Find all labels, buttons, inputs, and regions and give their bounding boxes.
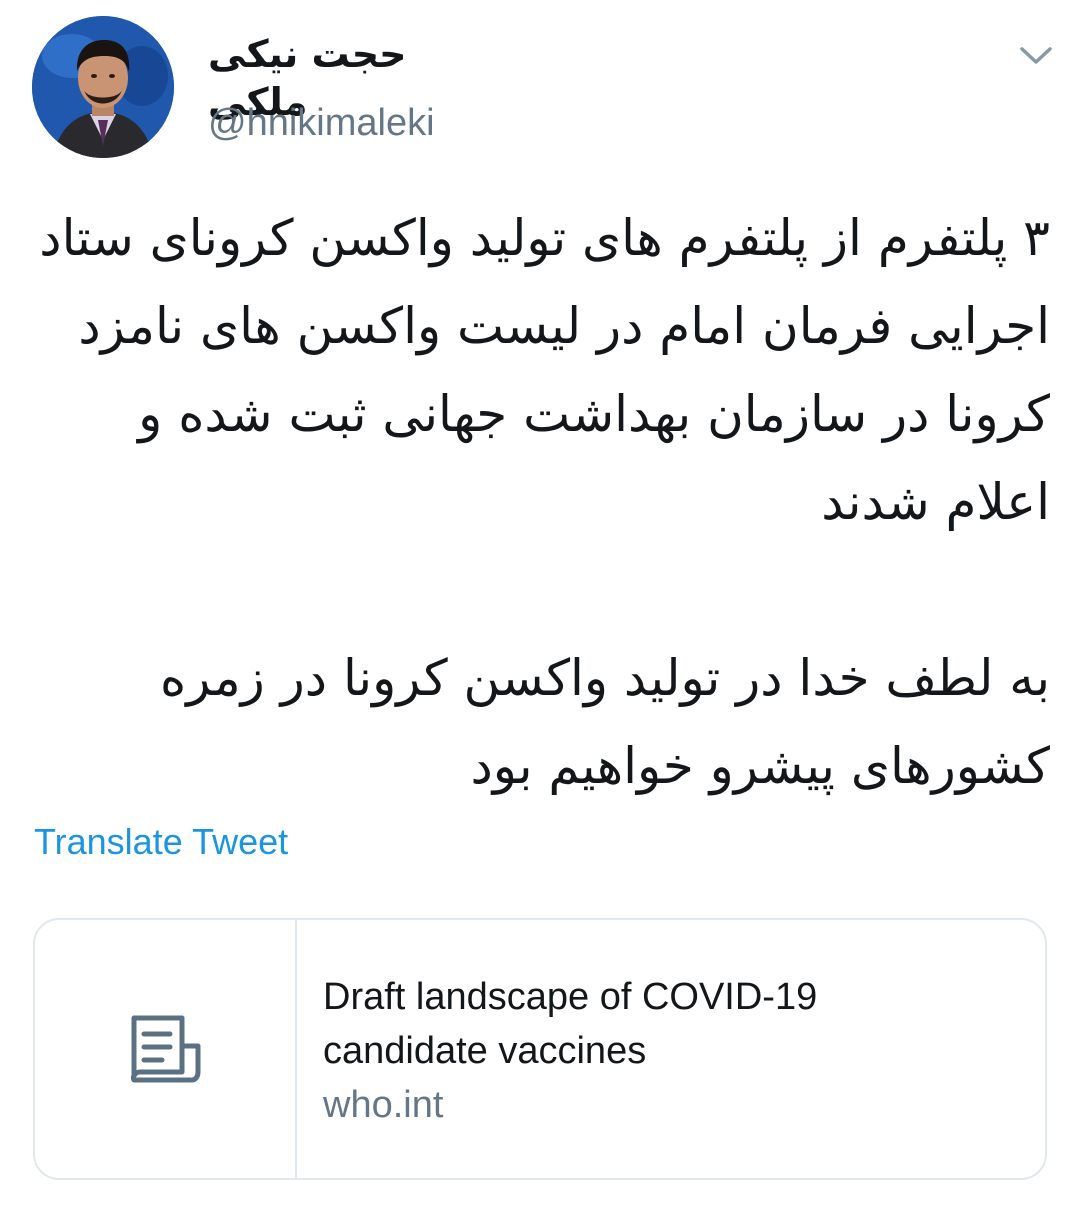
link-card-body: Draft landscape of COVID-19 candidate va…: [323, 970, 1025, 1132]
tweet-paragraph: ۳ پلتفرم از پلتفرم های تولید واکسن کرونا…: [39, 209, 1050, 531]
translate-tweet-link[interactable]: Translate Tweet: [34, 820, 288, 864]
document-icon: [131, 1015, 201, 1083]
link-card-title: candidate vaccines: [323, 1030, 647, 1072]
tweet-text: ۳ پلتفرم از پلتفرم های تولید واکسن کرونا…: [30, 194, 1050, 810]
link-card-title: Draft landscape of COVID-19: [323, 976, 818, 1018]
author-handle[interactable]: @hnikimaleki: [208, 100, 435, 146]
avatar[interactable]: [32, 16, 174, 158]
avatar-photo: [32, 16, 174, 158]
link-card[interactable]: Draft landscape of COVID-19 candidate va…: [33, 918, 1047, 1180]
link-card-domain: who.int: [323, 1084, 444, 1126]
tweet-paragraph: به لطف خدا در تولید واکسن کرونا در زمره …: [160, 649, 1050, 795]
link-card-thumbnail: [35, 920, 297, 1178]
chevron-down-icon[interactable]: [1018, 40, 1054, 70]
